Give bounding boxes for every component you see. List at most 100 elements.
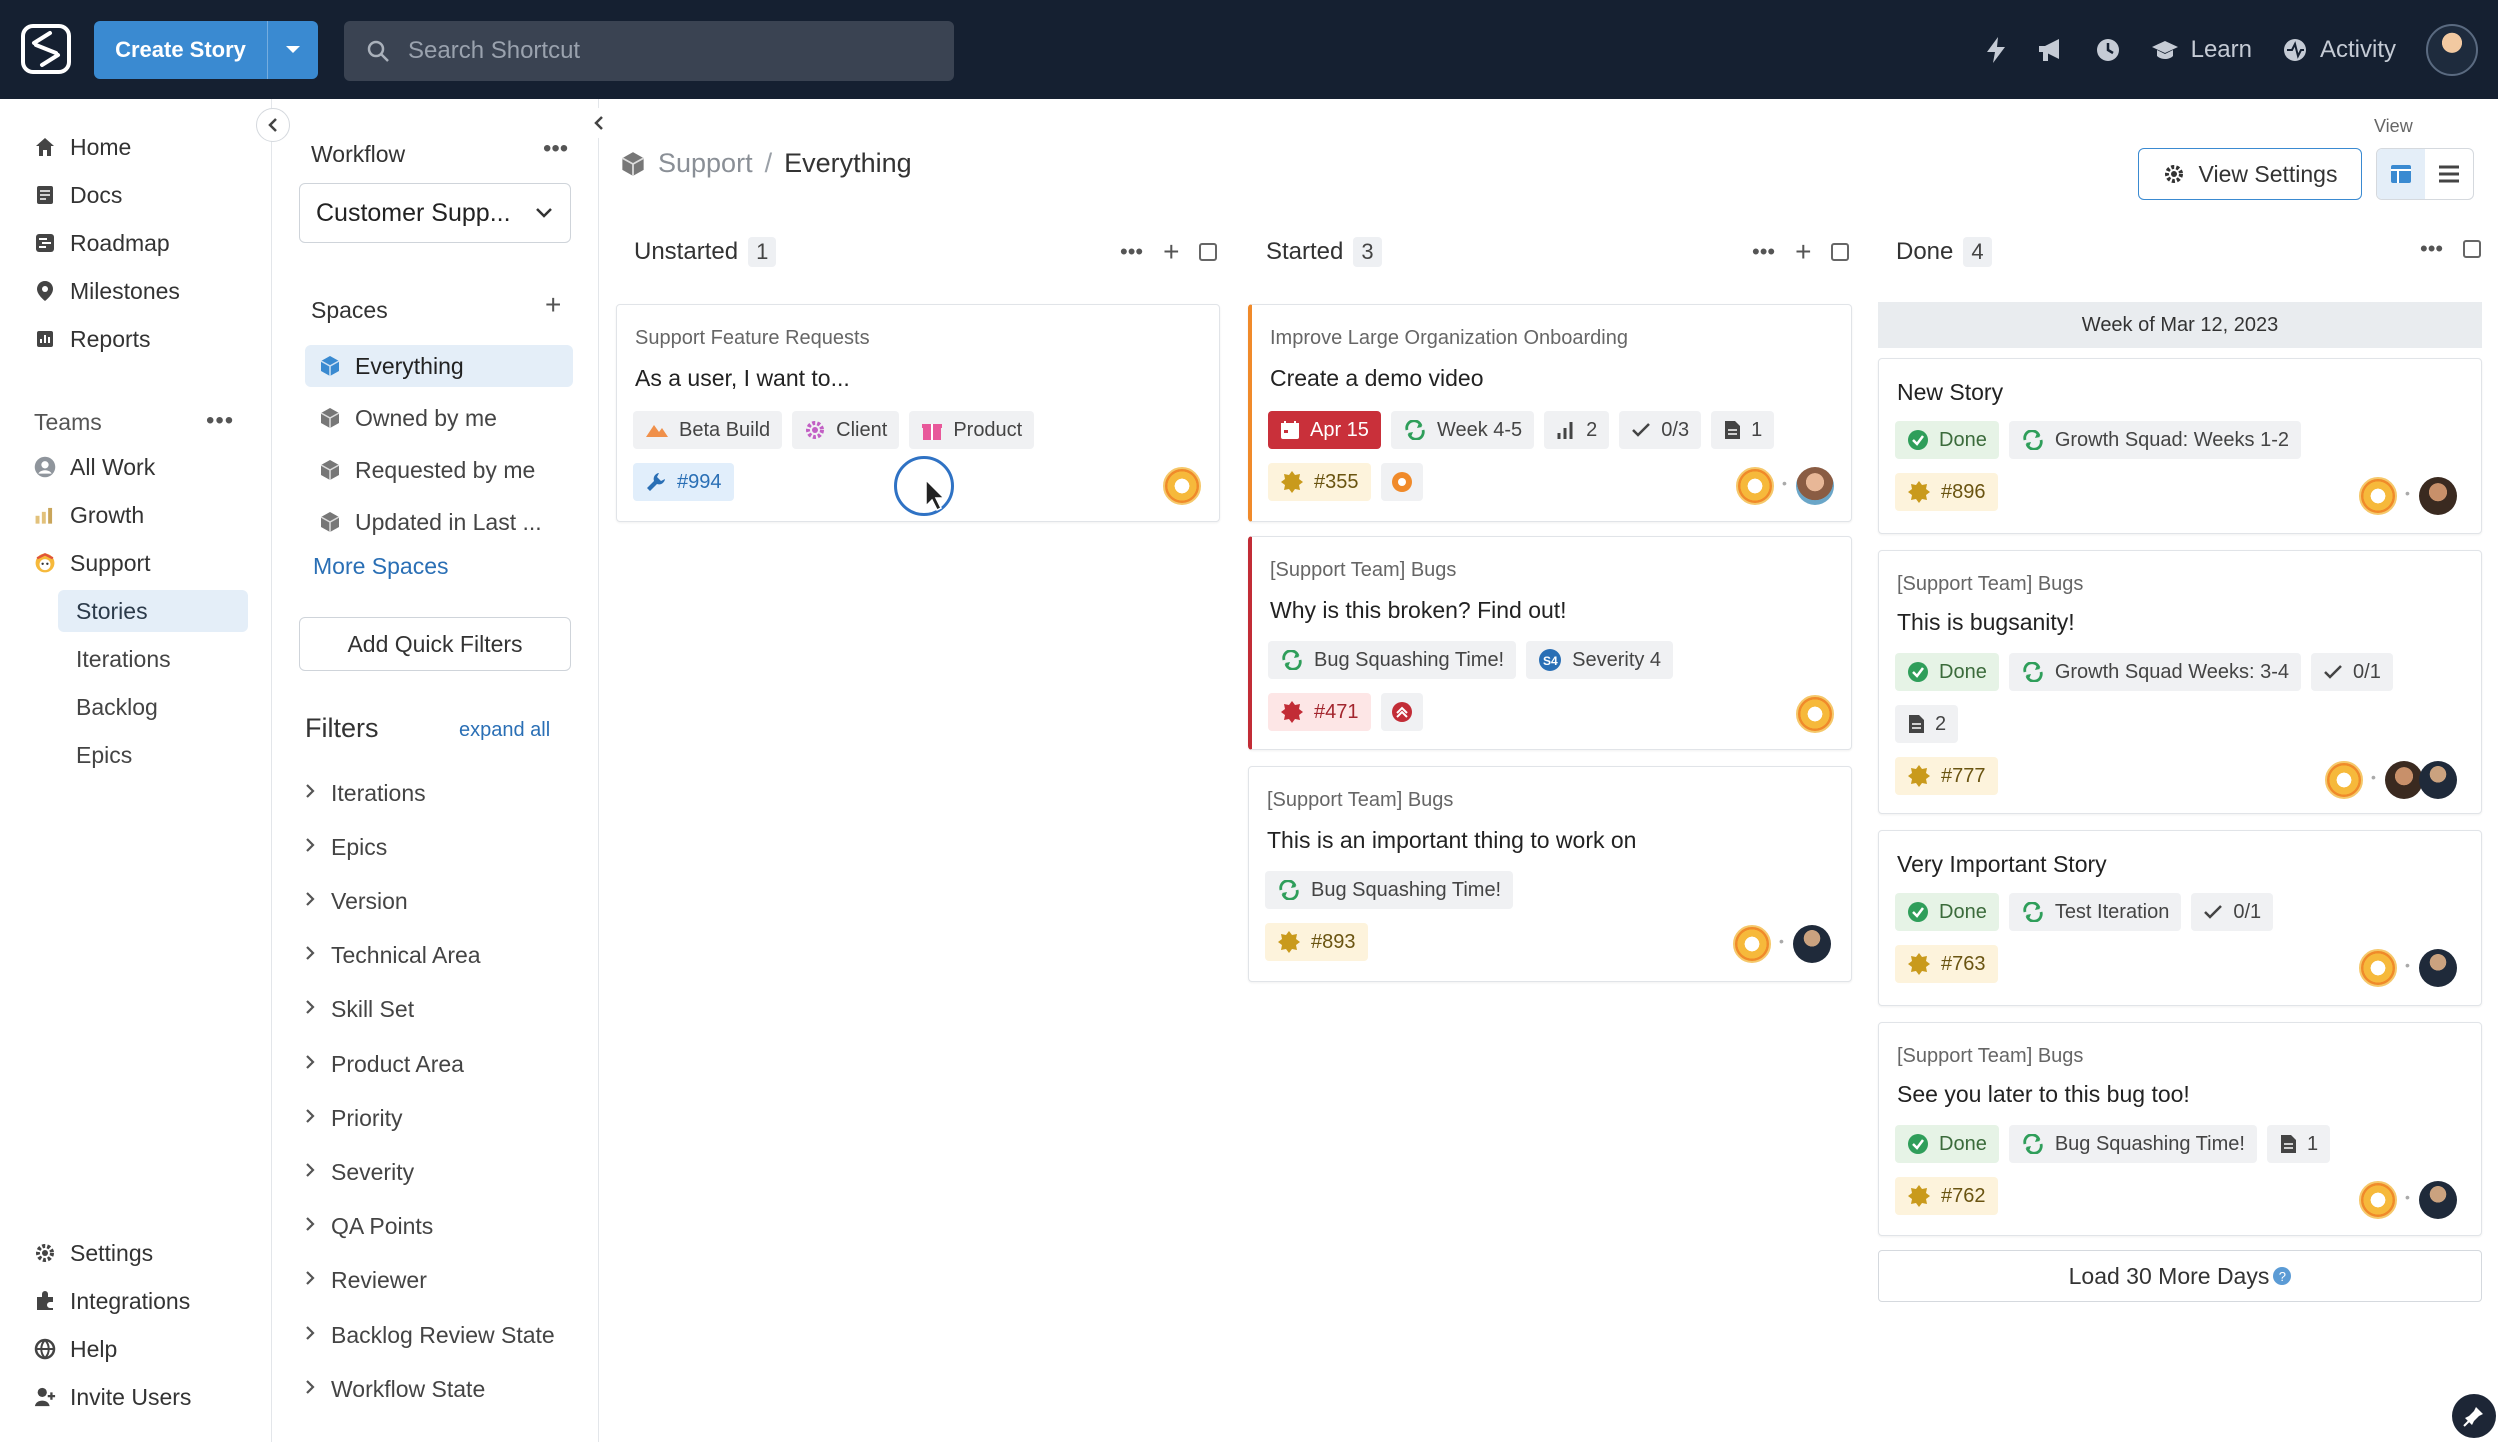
priority-tag[interactable] [1380, 463, 1423, 501]
story-card[interactable]: New Story Done Growth Squad: Weeks 1-2 #… [1878, 358, 2482, 534]
story-id-tag[interactable]: #893 [1265, 923, 1368, 961]
owner-avatar[interactable] [1793, 925, 1831, 963]
story-card[interactable]: [Support Team] Bugs This is bugsanity! D… [1878, 550, 2482, 814]
nav-home[interactable]: Home [34, 127, 131, 167]
space-owned-by-me[interactable]: Owned by me [305, 397, 573, 439]
story-card[interactable]: [Support Team] Bugs See you later to thi… [1878, 1022, 2482, 1236]
label-tag[interactable]: Client [792, 411, 900, 449]
severity-tag[interactable]: S4 Severity 4 [1526, 641, 1674, 679]
learn-button[interactable]: Learn [2151, 36, 2252, 64]
help-icon[interactable]: ? [2273, 1267, 2292, 1285]
label-tag[interactable]: Beta Build [633, 411, 783, 449]
board-view-button[interactable] [2377, 149, 2425, 199]
column-more-icon[interactable]: ••• [1120, 239, 1143, 265]
space-requested-by-me[interactable]: Requested by me [305, 449, 573, 491]
team-growth[interactable]: Growth [34, 495, 144, 535]
filter-product-area[interactable]: Product Area [305, 1044, 464, 1084]
more-spaces-link[interactable]: More Spaces [313, 553, 449, 580]
workflow-select[interactable]: Customer Supp... [299, 183, 571, 243]
story-id-tag[interactable]: #355 [1268, 463, 1371, 501]
status-tag[interactable]: Done [1895, 893, 1999, 931]
filter-version[interactable]: Version [305, 881, 408, 921]
story-id-tag[interactable]: #896 [1895, 473, 1998, 511]
column-add-icon[interactable]: + [1795, 236, 1811, 268]
pin-button[interactable] [2452, 1394, 2496, 1438]
nav-invite-users[interactable]: Invite Users [34, 1377, 191, 1417]
teams-more-icon[interactable]: ••• [206, 407, 234, 435]
iteration-tag[interactable]: Week 4-5 [1390, 411, 1535, 449]
filter-workflow-state[interactable]: Workflow State [305, 1369, 485, 1409]
story-card[interactable]: Improve Large Organization Onboarding Cr… [1248, 304, 1852, 522]
support-iterations[interactable]: Iterations [58, 638, 248, 680]
owner-avatar[interactable] [2419, 1181, 2457, 1219]
iteration-tag[interactable]: Growth Squad: Weeks 1-2 [2008, 421, 2302, 459]
iteration-tag[interactable]: Growth Squad Weeks: 3-4 [2008, 653, 2302, 691]
lightning-button[interactable] [1985, 36, 2007, 64]
iteration-tag[interactable]: Bug Squashing Time! [2008, 1125, 2257, 1163]
filter-backlog-review-state[interactable]: Backlog Review State [305, 1315, 555, 1355]
filter-reviewer[interactable]: Reviewer [305, 1261, 427, 1301]
owner-avatar[interactable] [2419, 477, 2457, 515]
nav-docs[interactable]: Docs [34, 175, 122, 215]
user-avatar[interactable] [2426, 23, 2478, 76]
column-add-icon[interactable]: + [1163, 236, 1179, 268]
nav-help[interactable]: Help [34, 1329, 117, 1369]
load-more-days-button[interactable]: Load 30 More Days ? [1878, 1250, 2482, 1302]
story-id-tag[interactable]: #994 [633, 463, 734, 501]
filter-technical-area[interactable]: Technical Area [305, 936, 481, 976]
docs-tag[interactable]: 1 [1711, 411, 1775, 449]
column-more-icon[interactable]: ••• [2420, 236, 2443, 262]
story-id-tag[interactable]: #763 [1895, 945, 1998, 983]
filter-priority[interactable]: Priority [305, 1098, 403, 1138]
history-button[interactable] [2095, 37, 2121, 63]
owner-avatar[interactable] [2359, 477, 2397, 515]
column-more-icon[interactable]: ••• [1752, 239, 1775, 265]
story-card[interactable]: [Support Team] Bugs Why is this broken? … [1248, 536, 1852, 750]
add-space-icon[interactable]: + [545, 289, 561, 321]
estimate-tag[interactable]: 2 [1544, 411, 1610, 449]
tasks-tag[interactable]: 0/1 [2191, 893, 2274, 931]
status-tag[interactable]: Done [1895, 1125, 1999, 1163]
docs-tag[interactable]: 1 [2266, 1125, 2331, 1163]
owner-avatar[interactable] [2419, 949, 2457, 987]
owner-avatar[interactable] [2385, 761, 2423, 799]
story-id-tag[interactable]: #471 [1268, 693, 1371, 731]
iteration-tag[interactable]: Bug Squashing Time! [1265, 871, 1514, 909]
iteration-tag[interactable]: Bug Squashing Time! [1268, 641, 1517, 679]
deadline-tag[interactable]: Apr 15 [1268, 411, 1381, 449]
owner-avatar[interactable] [1796, 467, 1834, 505]
iteration-tag[interactable]: Test Iteration [2008, 893, 2182, 931]
list-view-button[interactable] [2425, 149, 2473, 199]
add-quick-filters-button[interactable]: Add Quick Filters [299, 617, 571, 671]
expand-all-link[interactable]: expand all [459, 719, 550, 742]
tasks-tag[interactable]: 0/3 [1619, 411, 1702, 449]
owner-avatar[interactable] [2359, 949, 2397, 987]
priority-tag[interactable] [1380, 693, 1423, 731]
status-tag[interactable]: Done [1895, 421, 1999, 459]
create-story-label[interactable]: Create Story [94, 21, 268, 79]
space-everything[interactable]: Everything [305, 345, 573, 387]
status-tag[interactable]: Done [1895, 653, 1999, 691]
space-updated-recently[interactable]: Updated in Last ... [305, 501, 573, 543]
story-id-tag[interactable]: #777 [1895, 757, 1998, 795]
nav-roadmap[interactable]: Roadmap [34, 223, 170, 263]
filter-qa-points[interactable]: QA Points [305, 1207, 433, 1247]
nav-milestones[interactable]: Milestones [34, 271, 180, 311]
docs-tag[interactable]: 2 [1895, 705, 1959, 743]
search-input[interactable] [408, 37, 928, 65]
workflow-more-icon[interactable]: ••• [543, 135, 568, 163]
activity-button[interactable]: Activity [2282, 36, 2396, 64]
team-all-work[interactable]: All Work [34, 447, 155, 487]
column-select-checkbox[interactable] [1199, 243, 1218, 261]
create-dropdown-caret-icon[interactable] [268, 21, 318, 79]
nav-reports[interactable]: Reports [34, 319, 151, 359]
label-tag[interactable]: Product [909, 411, 1035, 449]
search-bar[interactable] [344, 21, 954, 81]
breadcrumb-parent[interactable]: Support [658, 148, 753, 179]
owner-avatar[interactable] [2359, 1181, 2397, 1219]
filter-severity[interactable]: Severity [305, 1152, 414, 1192]
filter-iterations[interactable]: Iterations [305, 773, 426, 813]
nav-settings[interactable]: Settings [34, 1233, 153, 1273]
nav-integrations[interactable]: Integrations [34, 1281, 190, 1321]
owner-avatar[interactable] [1163, 467, 1201, 505]
